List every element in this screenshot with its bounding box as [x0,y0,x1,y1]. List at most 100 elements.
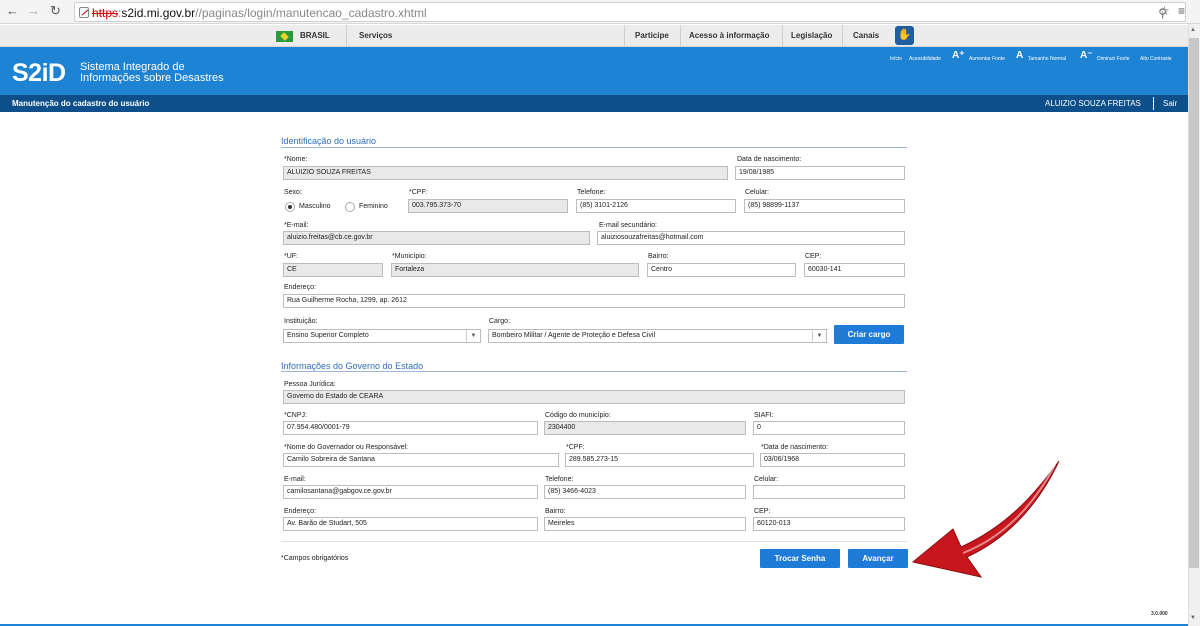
nascimento-field[interactable]: 19/08/1985 [735,166,905,180]
cnpj-field[interactable]: 07.954.480/0001-79 [283,421,538,435]
scroll-up-icon[interactable]: ▲ [1190,27,1196,33]
font-decrease-icon[interactable]: A⁻ [1080,50,1093,61]
canais-link[interactable]: Canais [853,31,879,40]
email-secundario-label: E-mail secundário: [599,222,657,229]
page-title: Manutenção do cadastro do usuário [12,99,150,108]
bairro-field[interactable]: Centro [647,263,796,277]
participe-link[interactable]: Participe [635,31,669,40]
servicos-link[interactable]: Serviços [359,31,392,40]
reload-icon[interactable]: ↻ [50,3,61,19]
alto-contraste-link[interactable]: Alto Contraste [1140,56,1172,62]
telefone-field[interactable]: (85) 3101-2126 [576,199,736,213]
codigo-municipio-field[interactable]: 2304400 [544,421,746,435]
feminino-label: Feminino [359,203,388,210]
gov-cpf-label: *CPF: [566,444,585,451]
title-bar: Manutenção do cadastro do usuário ALUIZI… [0,95,1188,112]
cpf-field[interactable]: 003.795.373-70 [408,199,568,213]
gov-endereco-field[interactable]: Av. Barão de Studart, 505 [283,517,538,531]
menu-icon[interactable]: ≡ [1178,3,1185,19]
logged-user: ALUIZIO SOUZA FREITAS [1045,99,1141,108]
scroll-down-icon[interactable]: ▼ [1190,615,1196,621]
sexo-label: Sexo: [284,189,302,196]
email-label: *E-mail: [284,222,309,229]
pessoa-juridica-field[interactable]: Governo do Estado de CEARA [283,390,905,404]
cep-label: CEP: [805,253,822,260]
forward-icon[interactable]: → [27,3,40,19]
bairro-label: Bairro: [648,253,669,260]
email-secundario-field[interactable]: aluiziosouzafreitas@hotmail.com [597,231,905,245]
brasil-link[interactable]: BRASIL [300,31,330,40]
gov-nascimento-label: *Data de nascimento: [761,444,828,451]
broken-lock-icon [79,7,89,18]
cargo-label: Cargo: [489,318,511,325]
masculino-label: Masculino [299,203,331,210]
responsavel-field[interactable]: Camilo Sobreira de Santana [283,453,559,467]
municipio-field[interactable]: Fortaleza [391,263,639,277]
required-note: *Campos obrigatórios [281,555,349,562]
arrow-shape [911,460,1060,578]
cpf-label: *CPF: [409,189,428,196]
gov-bairro-field[interactable]: Meireles [544,517,746,531]
siafi-label: SIAFI: [754,412,774,419]
cep-field[interactable]: 60030-141 [804,263,905,277]
gov-celular-field[interactable] [753,485,905,499]
gov-telefone-field[interactable]: (85) 3466-4023 [544,485,746,499]
siafi-field[interactable]: 0 [753,421,905,435]
accessibility-hand-icon[interactable]: ✋ [895,26,914,45]
trocar-senha-button[interactable]: Trocar Senha [760,549,840,568]
brazil-flag-icon [276,31,293,42]
bookmark-star-icon[interactable]: ☆ [1159,3,1170,19]
instituicao-label: Instituição: [284,318,318,325]
chevron-down-icon[interactable]: ▼ [812,330,826,342]
font-normal-icon[interactable]: A [1016,50,1023,61]
endereco-field[interactable]: Rua Guilherme Rocha, 1299, ap. 2612 [283,294,905,308]
version-label: 3.0.000 [1151,611,1168,617]
tamanho-normal-link[interactable]: Tamanho Normal [1028,56,1066,62]
cnpj-label: *CNPJ: [284,412,307,419]
endereco-label: Endereço: [284,284,316,291]
gov-email-field[interactable]: camilosantana@gabgov.ce.gov.br [283,485,538,499]
nome-field[interactable]: ALUIZIO SOUZA FREITAS [283,166,728,180]
address-bar[interactable]: https:s2id.mi.gov.br//paginas/login/manu… [74,2,1186,22]
chevron-down-icon[interactable]: ▼ [466,330,480,342]
uf-field[interactable]: CE [283,263,383,277]
logout-link[interactable]: Sair [1163,99,1177,108]
scrollbar-thumb[interactable] [1189,38,1199,568]
gov-bar: BRASIL Serviços Participe Acesso à infor… [0,25,1188,47]
avancar-button[interactable]: Avançar [848,549,908,568]
section-user-title: Identificação do usuário [281,136,377,146]
instituicao-value: Ensino Superior Completo [287,332,369,339]
cargo-value: Bombeiro Militar / Agente de Proteção e … [492,332,656,339]
telefone-label: Telefone: [577,189,606,196]
email-field[interactable]: aluizio.freitas@cb.ce.gov.br [283,231,590,245]
celular-field[interactable]: (85) 98899-1137 [744,199,905,213]
acesso-link[interactable]: Acesso à informação [689,31,769,40]
url-text: https:s2id.mi.gov.br//paginas/login/manu… [92,6,427,20]
cargo-select[interactable]: Bombeiro Militar / Agente de Proteção e … [488,329,827,343]
inicio-link[interactable]: Início [890,56,902,62]
site-header: S2iD Sistema Integrado de Informações sob… [0,47,1188,95]
acessibilidade-link[interactable]: Acessibilidade [909,56,941,62]
s2id-logo[interactable]: S2iD [12,59,66,88]
gov-nascimento-field[interactable]: 03/06/1968 [760,453,905,467]
back-icon[interactable]: ← [6,3,19,19]
pessoa-juridica-label: Pessoa Jurídica: [284,381,336,388]
section-divider [281,371,907,372]
footer-divider [281,541,907,542]
legislacao-link[interactable]: Legislação [791,31,832,40]
instituicao-select[interactable]: Ensino Superior Completo ▼ [283,329,481,343]
font-increase-icon[interactable]: A⁺ [952,50,965,61]
divider [624,25,625,47]
system-name: Sistema Integrado de Informações sobre De… [80,61,224,84]
diminuir-fonte-link[interactable]: Diminuir Fonte [1097,56,1130,62]
sexo-feminino-radio[interactable] [345,202,355,212]
gov-cpf-field[interactable]: 289.585.273-15 [565,453,754,467]
codigo-municipio-label: Código do município: [545,412,611,419]
gov-cep-field[interactable]: 60120-013 [753,517,905,531]
section-divider [281,147,907,148]
sexo-masculino-radio[interactable] [285,202,295,212]
celular-label: Celular: [745,189,770,196]
criar-cargo-button[interactable]: Criar cargo [834,325,904,344]
aumentar-fonte-link[interactable]: Aumentar Fonte [969,56,1005,62]
gov-cep-label: CEP: [754,508,771,515]
